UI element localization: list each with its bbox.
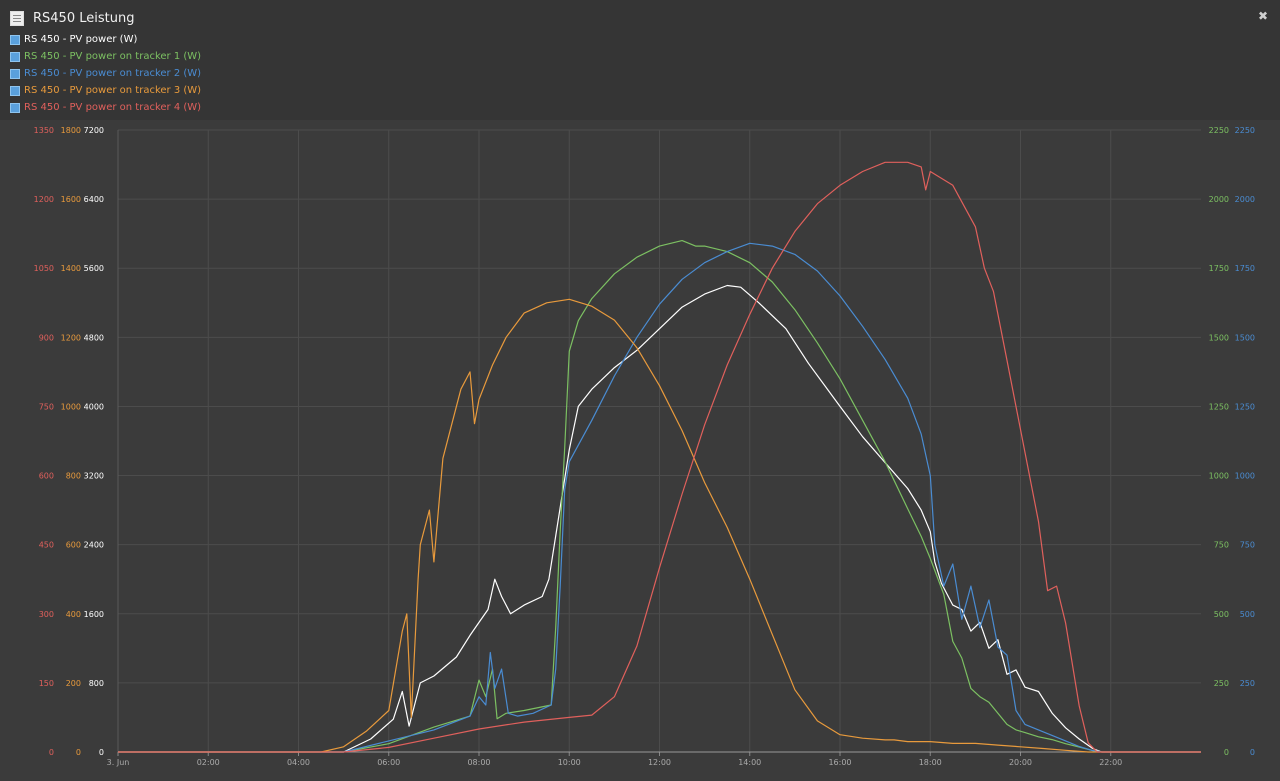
legend-checkbox-icon[interactable] (10, 102, 20, 113)
y-tick-label-tracker2: 1500 (1235, 333, 1255, 342)
legend-checkbox-icon[interactable] (10, 68, 20, 79)
collapse-icon[interactable]: ✖ (1256, 9, 1270, 23)
y-tick-label-total: 4000 (84, 402, 104, 411)
y-tick-label-tracker3: 600 (66, 541, 81, 550)
x-tick-label: 08:00 (467, 758, 490, 767)
y-tick-label-total: 6400 (84, 195, 104, 204)
y-tick-label-tracker1: 1750 (1209, 264, 1229, 273)
legend-label: RS 450 - PV power on tracker 2 (W) (24, 68, 202, 79)
y-tick-label-total: 800 (89, 679, 104, 688)
legend-item[interactable]: RS 450 - PV power (W) (10, 31, 201, 48)
y-tick-label-tracker3: 800 (66, 472, 81, 481)
y-tick-label-tracker1: 1250 (1209, 402, 1229, 411)
x-tick-label: 22:00 (1099, 758, 1122, 767)
x-tick-label: 16:00 (828, 758, 851, 767)
chart-legend: RS 450 - PV power (W) RS 450 - PV power o… (10, 31, 201, 116)
y-tick-label-tracker1: 0 (1224, 748, 1229, 757)
y-tick-label-tracker3: 1000 (61, 402, 81, 411)
y-tick-label-tracker4: 1200 (34, 195, 54, 204)
y-tick-label-tracker2: 1750 (1235, 264, 1255, 273)
y-tick-label-tracker3: 400 (66, 610, 81, 619)
y-tick-label-total: 3200 (84, 472, 104, 481)
x-tick-label: 12:00 (648, 758, 671, 767)
x-tick-label: 04:00 (287, 758, 310, 767)
y-tick-label-total: 7200 (84, 126, 104, 135)
y-tick-label-tracker3: 1400 (61, 264, 81, 273)
y-tick-label-tracker2: 2000 (1235, 195, 1255, 204)
legend-label: RS 450 - PV power on tracker 4 (W) (24, 102, 202, 113)
y-tick-label-tracker4: 750 (39, 402, 54, 411)
x-tick-label: 18:00 (919, 758, 942, 767)
y-tick-label-tracker2: 1250 (1235, 402, 1255, 411)
y-tick-label-tracker1: 1000 (1209, 472, 1229, 481)
y-tick-label-total: 1600 (84, 610, 104, 619)
y-tick-label-tracker1: 250 (1214, 679, 1229, 688)
y-tick-label-tracker1: 1500 (1209, 333, 1229, 342)
y-tick-label-tracker3: 0 (76, 748, 81, 757)
y-tick-label-tracker1: 2000 (1209, 195, 1229, 204)
x-tick-label: 14:00 (738, 758, 761, 767)
y-tick-label-total: 0 (99, 748, 104, 757)
y-tick-label-tracker2: 1000 (1235, 472, 1255, 481)
y-tick-label-tracker1: 750 (1214, 541, 1229, 550)
y-tick-label-tracker2: 2250 (1235, 126, 1255, 135)
x-tick-label: 02:00 (197, 758, 220, 767)
y-tick-label-tracker4: 0 (49, 748, 54, 757)
y-tick-label-tracker2: 250 (1240, 679, 1255, 688)
y-tick-label-total: 2400 (84, 541, 104, 550)
y-tick-label-tracker3: 1800 (61, 126, 81, 135)
y-tick-label-total: 5600 (84, 264, 104, 273)
x-tick-label: 10:00 (558, 758, 581, 767)
legend-item[interactable]: RS 450 - PV power on tracker 1 (W) (10, 48, 201, 65)
y-tick-label-tracker3: 1600 (61, 195, 81, 204)
y-tick-label-tracker4: 1050 (34, 264, 54, 273)
legend-label: RS 450 - PV power (W) (24, 34, 138, 45)
x-tick-label: 20:00 (1009, 758, 1032, 767)
legend-checkbox-icon[interactable] (10, 34, 20, 45)
legend-label: RS 450 - PV power on tracker 1 (W) (24, 51, 202, 62)
y-tick-label-tracker4: 1350 (34, 126, 54, 135)
y-tick-label-tracker4: 600 (39, 472, 54, 481)
y-tick-label-tracker4: 900 (39, 333, 54, 342)
line-chart: 3. Jun 02:00 04:00 06:00 08:00 10:00 12:00 14:0… (34, 126, 1255, 767)
legend-label: RS 450 - PV power on tracker 3 (W) (24, 85, 202, 96)
y-tick-label-tracker1: 500 (1214, 610, 1229, 619)
y-tick-label-tracker2: 750 (1240, 541, 1255, 550)
widget-title: RS450 Leistung (33, 10, 135, 26)
legend-checkbox-icon[interactable] (10, 85, 20, 96)
y-tick-label-tracker3: 1200 (61, 333, 81, 342)
x-tick-label: 06:00 (377, 758, 400, 767)
y-tick-label-tracker1: 2250 (1209, 126, 1229, 135)
y-tick-label-tracker4: 450 (39, 541, 54, 550)
legend-item[interactable]: RS 450 - PV power on tracker 3 (W) (10, 82, 201, 99)
y-tick-label-tracker3: 200 (66, 679, 81, 688)
x-tick-label: 3. Jun (107, 758, 130, 767)
legend-checkbox-icon[interactable] (10, 51, 20, 62)
widget-icon (10, 10, 24, 26)
y-tick-label-tracker4: 300 (39, 610, 54, 619)
y-tick-label-tracker4: 150 (39, 679, 54, 688)
title-row: RS450 Leistung (10, 8, 134, 28)
legend-item[interactable]: RS 450 - PV power on tracker 4 (W) (10, 99, 201, 116)
widget-header: RS450 Leistung ✖ RS 450 - PV power (W) RS… (0, 0, 1280, 120)
y-tick-label-total: 4800 (84, 333, 104, 342)
y-tick-label-tracker2: 0 (1250, 748, 1255, 757)
y-tick-label-tracker2: 500 (1240, 610, 1255, 619)
legend-item[interactable]: RS 450 - PV power on tracker 2 (W) (10, 65, 201, 82)
